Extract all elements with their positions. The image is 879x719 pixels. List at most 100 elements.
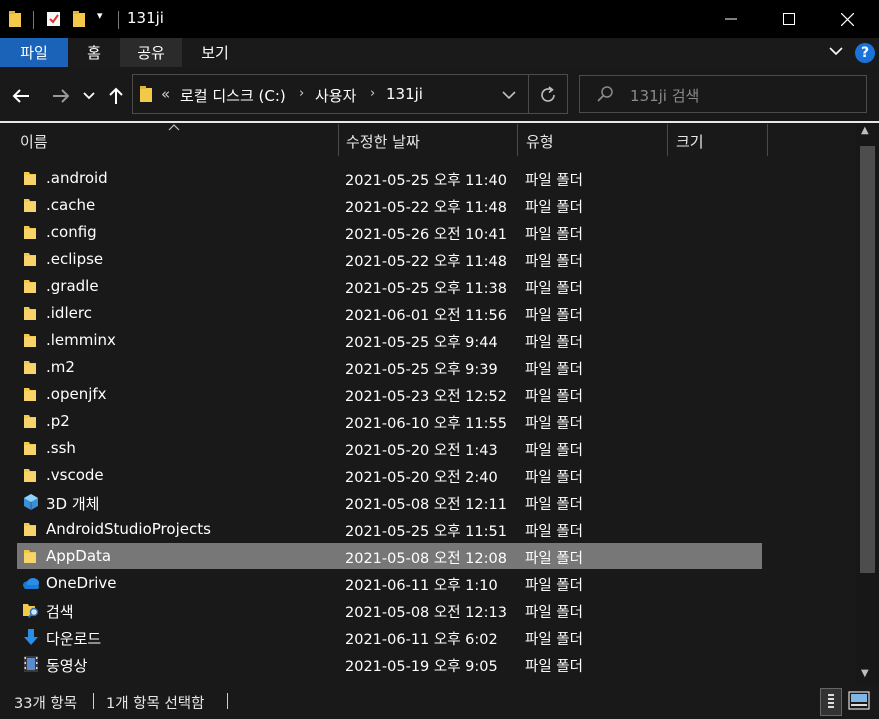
item-name[interactable]: .ssh xyxy=(46,439,76,457)
search-input[interactable]: 131ji 검색 xyxy=(630,85,699,106)
folder-icon xyxy=(22,466,40,484)
item-date-modified: 2021-06-11 오후 1:10 xyxy=(345,578,498,594)
breadcrumb-current[interactable]: 131ji xyxy=(386,85,423,103)
up-button[interactable] xyxy=(103,85,129,107)
new-folder-icon[interactable] xyxy=(72,10,88,28)
item-type: 파일 폴더 xyxy=(525,578,583,594)
item-date-modified: 2021-05-20 오전 2:40 xyxy=(345,470,498,486)
forward-button[interactable] xyxy=(48,85,74,107)
item-date-modified: 2021-05-20 오전 1:43 xyxy=(345,443,498,459)
item-type: 파일 폴더 xyxy=(525,254,583,270)
item-name[interactable]: 동영상 xyxy=(46,655,87,676)
search-icon xyxy=(597,86,613,102)
breadcrumb-users[interactable]: 사용자 xyxy=(315,85,356,106)
item-name[interactable]: .config xyxy=(46,223,97,241)
column-date-modified[interactable]: 수정한 날짜 xyxy=(346,131,420,152)
item-name[interactable]: .gradle xyxy=(46,277,99,295)
folder-icon xyxy=(22,277,40,295)
item-name[interactable]: .openjfx xyxy=(46,385,107,403)
folder-icon xyxy=(22,439,40,457)
item-name[interactable]: .eclipse xyxy=(46,250,103,268)
list-item[interactable]: .gradle 2021-05-25 오후 11:38 파일 폴더 xyxy=(17,273,762,299)
item-name[interactable]: .idlerc xyxy=(46,304,92,322)
details-view-button[interactable] xyxy=(820,688,842,716)
chevron-right-icon[interactable]: › xyxy=(299,86,304,101)
properties-icon[interactable] xyxy=(45,10,63,28)
search-box[interactable]: 131ji 검색 xyxy=(579,75,867,113)
list-item[interactable]: 동영상 2021-05-19 오후 9:05 파일 폴더 xyxy=(17,651,762,677)
list-item[interactable]: .lemminx 2021-05-25 오후 9:44 파일 폴더 xyxy=(17,327,762,353)
list-item[interactable]: .android 2021-05-25 오후 11:40 파일 폴더 xyxy=(17,165,762,191)
list-item[interactable]: OneDrive 2021-06-11 오후 1:10 파일 폴더 xyxy=(17,570,762,596)
item-name[interactable]: .cache xyxy=(46,196,95,214)
item-name[interactable]: .p2 xyxy=(46,412,70,430)
list-item[interactable]: .p2 2021-06-10 오후 11:55 파일 폴더 xyxy=(17,408,762,434)
folder-icon xyxy=(22,520,40,538)
tab-view[interactable]: 보기 xyxy=(182,38,248,67)
list-item[interactable]: .vscode 2021-05-20 오전 2:40 파일 폴더 xyxy=(17,462,762,488)
vertical-scrollbar[interactable]: ▲ ▼ xyxy=(856,123,879,685)
list-item[interactable]: 다운로드 2021-06-11 오후 6:02 파일 폴더 xyxy=(17,624,762,650)
address-history-icon[interactable] xyxy=(500,85,518,105)
column-header-row: 이름 수정한 날짜 유형 크기 xyxy=(0,123,856,156)
window-title: 131ji xyxy=(127,9,164,27)
expand-ribbon-icon[interactable] xyxy=(828,43,844,59)
item-date-modified: 2021-05-25 오후 11:51 xyxy=(345,524,507,540)
chevron-right-icon[interactable]: › xyxy=(370,86,375,101)
list-item[interactable]: AndroidStudioProjects 2021-05-25 오후 11:51… xyxy=(17,516,762,542)
item-name[interactable]: AppData xyxy=(46,547,111,565)
item-date-modified: 2021-06-10 오후 11:55 xyxy=(345,416,507,432)
video-icon xyxy=(22,655,40,673)
back-button[interactable] xyxy=(8,85,34,107)
recent-locations-button[interactable] xyxy=(78,85,100,107)
list-item[interactable]: 검색 2021-05-08 오전 12:13 파일 폴더 xyxy=(17,597,762,623)
minimize-button[interactable] xyxy=(702,0,760,38)
list-item[interactable]: AppData 2021-05-08 오전 12:08 파일 폴더 xyxy=(17,543,762,569)
item-name[interactable]: 검색 xyxy=(46,601,74,622)
tab-file[interactable]: 파일 xyxy=(0,38,68,67)
list-item[interactable]: .idlerc 2021-06-01 오전 11:56 파일 폴더 xyxy=(17,300,762,326)
item-name[interactable]: AndroidStudioProjects xyxy=(46,520,211,538)
tab-home[interactable]: 홈 xyxy=(68,38,120,67)
item-name[interactable]: .lemminx xyxy=(46,331,116,349)
item-name[interactable]: .m2 xyxy=(46,358,75,376)
item-name[interactable]: 3D 개체 xyxy=(46,493,99,514)
breadcrumb-local-disk[interactable]: 로컬 디스크 (C:) xyxy=(180,85,286,106)
column-size[interactable]: 크기 xyxy=(676,131,704,152)
breadcrumb-overflow[interactable]: « xyxy=(161,85,170,103)
item-date-modified: 2021-06-11 오후 6:02 xyxy=(345,632,498,648)
title-bar[interactable]: ▾ 131ji xyxy=(0,0,879,38)
column-name[interactable]: 이름 xyxy=(20,131,48,152)
list-item[interactable]: .eclipse 2021-05-22 오후 11:48 파일 폴더 xyxy=(17,246,762,272)
list-item[interactable]: .cache 2021-05-22 오후 11:48 파일 폴더 xyxy=(17,192,762,218)
large-icons-view-icon[interactable] xyxy=(848,690,870,712)
item-date-modified: 2021-05-08 오전 12:08 xyxy=(345,551,507,567)
item-name[interactable]: OneDrive xyxy=(46,574,117,592)
scroll-down-icon[interactable]: ▼ xyxy=(861,668,869,679)
item-name[interactable]: .vscode xyxy=(46,466,104,484)
scrollbar-thumb[interactable] xyxy=(860,146,875,573)
list-item[interactable]: .m2 2021-05-25 오후 9:39 파일 폴더 xyxy=(17,354,762,380)
item-type: 파일 폴더 xyxy=(525,470,583,486)
item-type: 파일 폴더 xyxy=(525,227,583,243)
list-item[interactable]: .ssh 2021-05-20 오전 1:43 파일 폴더 xyxy=(17,435,762,461)
file-list[interactable]: .android 2021-05-25 오후 11:40 파일 폴더 .cache 20… xyxy=(0,165,856,685)
list-item[interactable]: .openjfx 2021-05-23 오전 12:52 파일 폴더 xyxy=(17,381,762,407)
tab-share[interactable]: 공유 xyxy=(120,38,182,67)
customize-toolbar-icon[interactable]: ▾ xyxy=(97,9,103,22)
list-item[interactable]: 3D 개체 2021-05-08 오전 12:11 파일 폴더 xyxy=(17,489,762,515)
item-name[interactable]: 다운로드 xyxy=(46,628,101,649)
list-item[interactable]: 링크2021-05-08 오전 12:13파일 폴더 xyxy=(17,678,762,685)
item-date-modified: 2021-05-22 오후 11:48 xyxy=(345,200,507,216)
item-type: 파일 폴더 xyxy=(525,659,583,675)
scroll-up-icon[interactable]: ▲ xyxy=(861,125,869,136)
refresh-icon[interactable] xyxy=(537,84,559,106)
item-name[interactable]: .android xyxy=(46,169,108,187)
list-item[interactable]: .config 2021-05-26 오전 10:41 파일 폴더 xyxy=(17,219,762,245)
maximize-button[interactable] xyxy=(760,0,818,38)
close-button[interactable] xyxy=(818,0,876,38)
column-type[interactable]: 유형 xyxy=(526,131,554,152)
selection-count: 1개 항목 선택함 xyxy=(106,696,205,712)
help-icon[interactable]: ? xyxy=(855,43,875,63)
item-date-modified: 2021-05-25 오후 11:38 xyxy=(345,281,507,297)
